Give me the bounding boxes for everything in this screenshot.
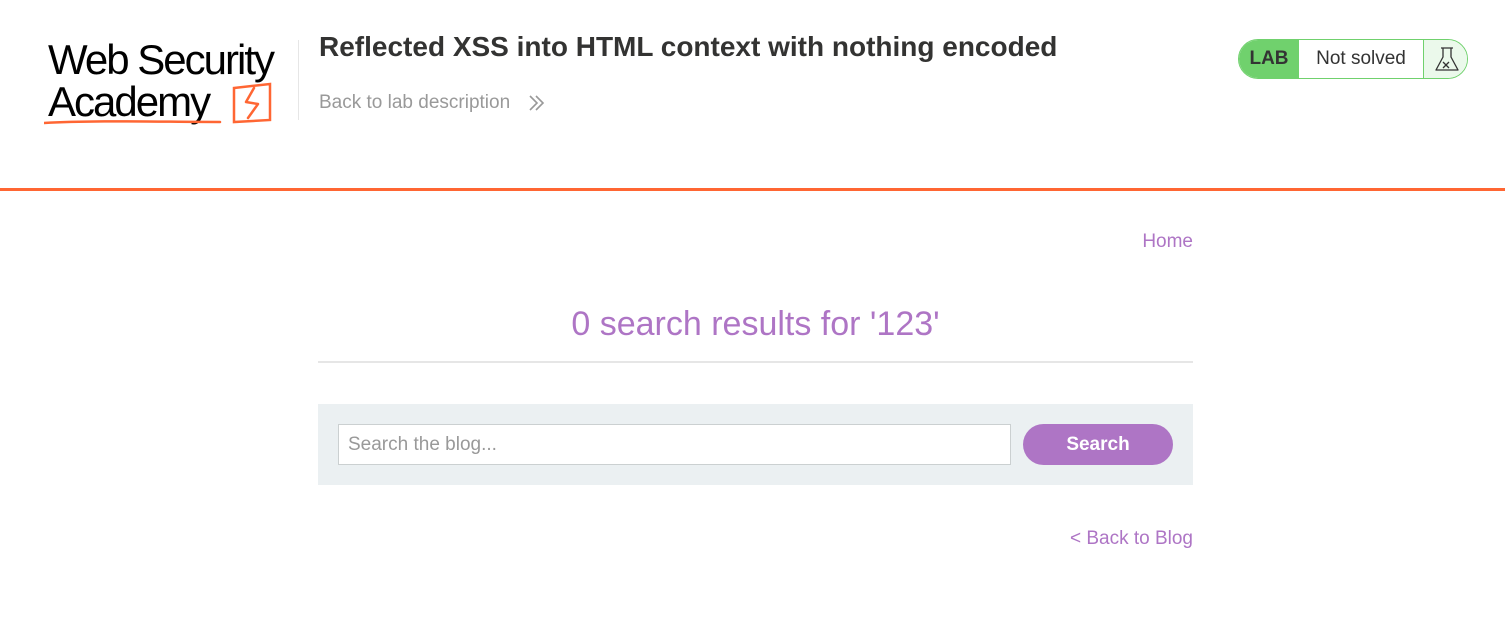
logo-divider: [298, 40, 299, 120]
search-results-heading: 0 search results for '123': [571, 305, 940, 343]
lab-title: Reflected XSS into HTML context with not…: [319, 31, 1058, 62]
flask-icon: [1435, 47, 1459, 71]
lab-status-widget: LAB Not solved: [1238, 39, 1468, 79]
search-button[interactable]: Search: [1023, 424, 1173, 465]
search-panel: Search: [318, 404, 1193, 485]
header-divider: [0, 188, 1505, 191]
logo-lightning-icon: [44, 82, 272, 125]
lab-badge: LAB: [1239, 40, 1299, 78]
status-icon-container: [1423, 40, 1467, 78]
header: Web Security Academy Reflected XSS into …: [0, 0, 1505, 188]
double-chevron-right-icon[interactable]: [528, 93, 546, 113]
results-divider: [318, 361, 1193, 363]
web-security-academy-logo[interactable]: Web Security Academy: [44, 36, 296, 132]
home-link[interactable]: Home: [1100, 230, 1193, 254]
status-text: Not solved: [1316, 48, 1406, 69]
back-to-lab-description-link[interactable]: Back to lab description: [319, 91, 510, 115]
back-to-blog-link[interactable]: < Back to Blog: [1000, 527, 1193, 551]
search-input[interactable]: [338, 424, 1011, 465]
